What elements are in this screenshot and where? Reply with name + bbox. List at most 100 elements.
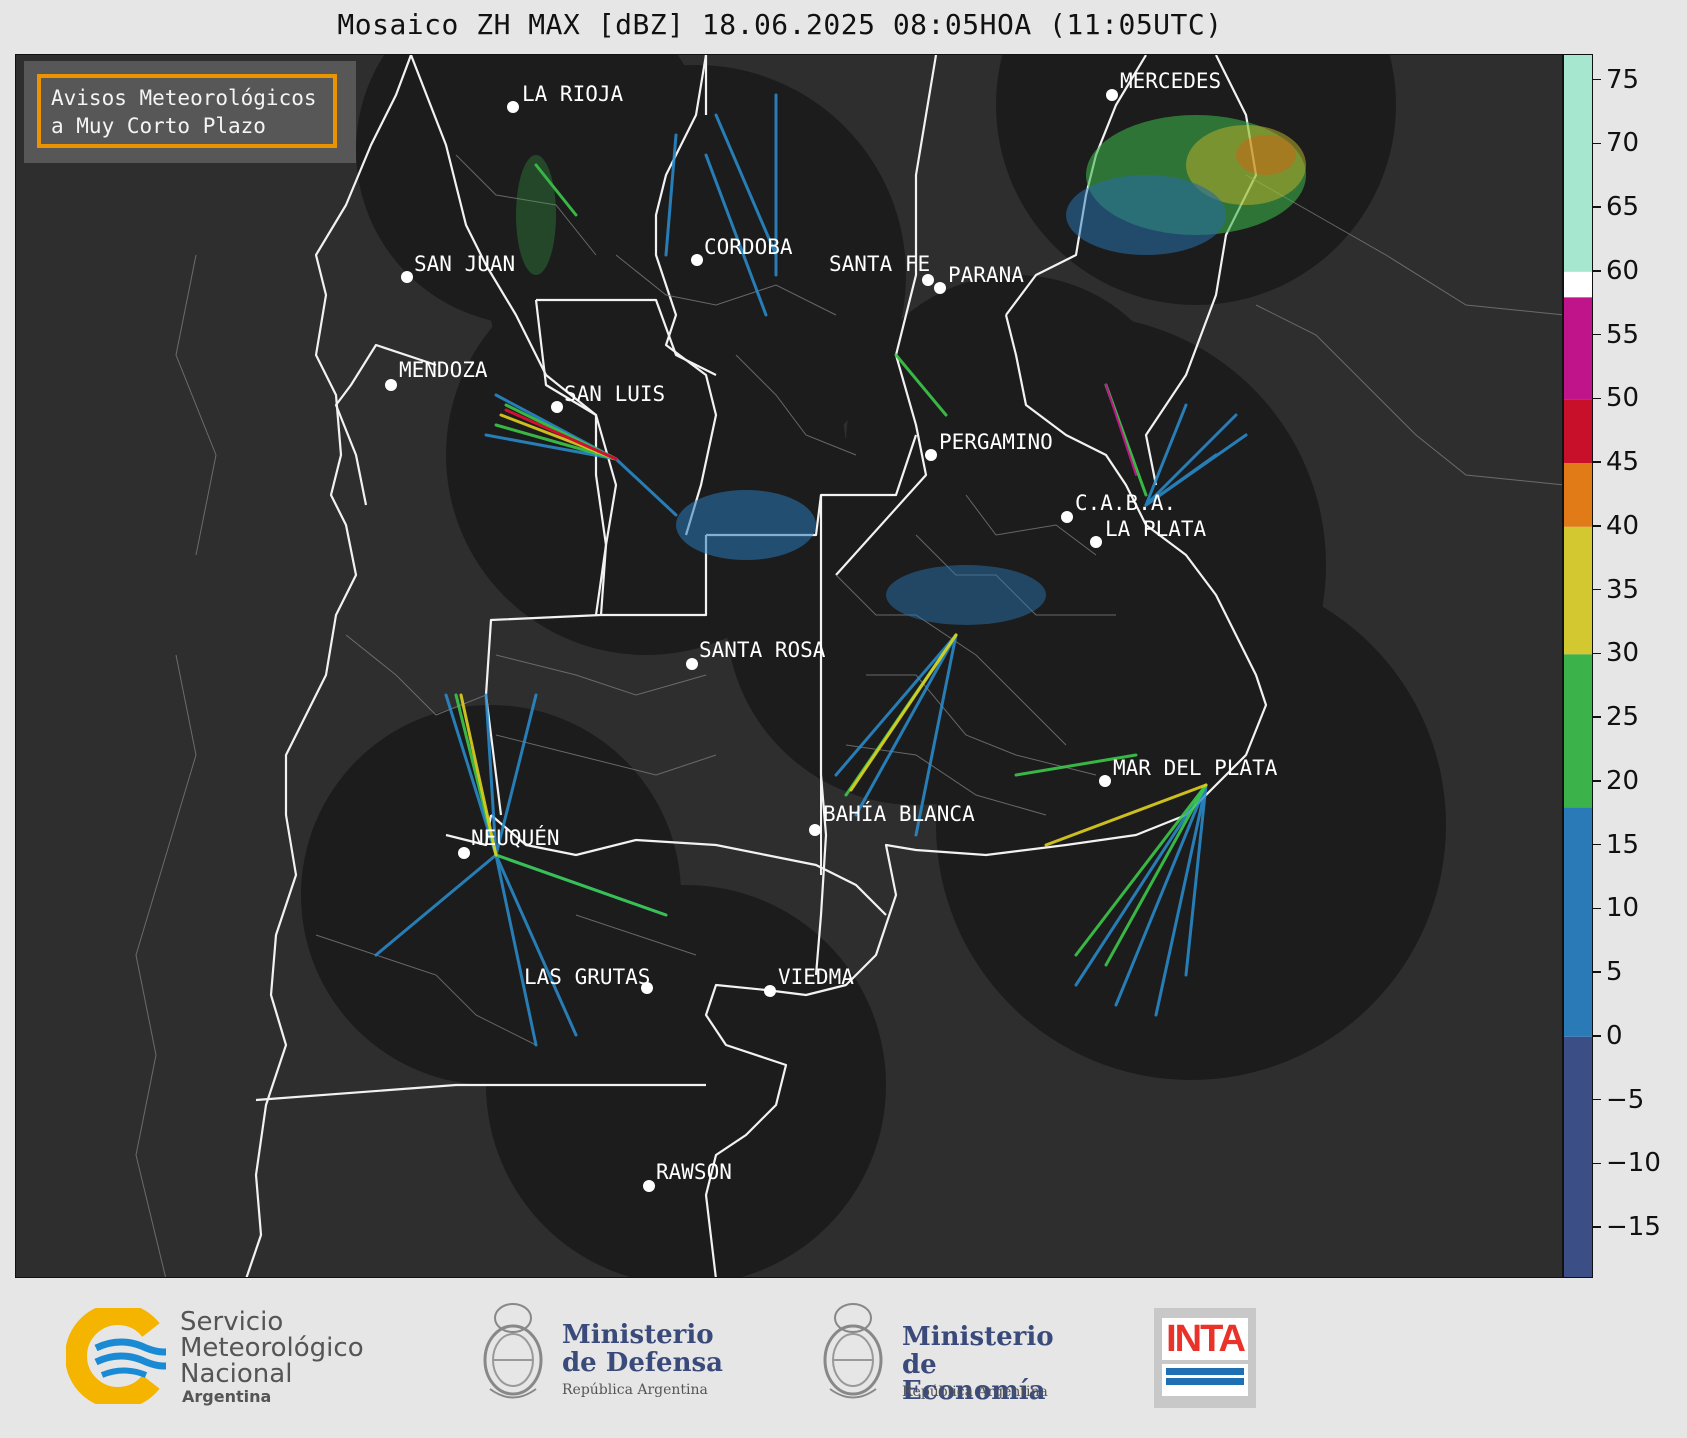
colorbar-tick — [1593, 78, 1601, 81]
city-marker-la-rioja — [507, 101, 519, 113]
inta-logo: INTA — [1154, 1308, 1256, 1408]
city-label-pergamino: PERGAMINO — [939, 430, 1053, 454]
map-title: Mosaico ZH MAX [dBZ] 18.06.2025 08:05HOA… — [337, 8, 1223, 41]
colorbar-tick-label: −15 — [1606, 1212, 1661, 1242]
colorbar-tick-label: 20 — [1606, 765, 1640, 796]
city-label-las-grutas: LAS GRUTAS — [524, 965, 651, 989]
smn-line-3: Nacional — [180, 1359, 293, 1389]
city-marker-viedma — [764, 985, 776, 997]
city-marker-caba — [1061, 511, 1073, 523]
colorbar-tick-label: 35 — [1606, 574, 1640, 605]
colorbar-tick — [1593, 780, 1601, 782]
city-marker-san-juan — [401, 271, 413, 283]
warning-line-1: Avisos Meteorológicos — [51, 86, 317, 110]
colorbar-segment — [1564, 526, 1592, 655]
city-marker-mendoza — [385, 379, 397, 391]
colorbar-tick-label: 5 — [1606, 957, 1623, 987]
colorbar-tick — [1593, 270, 1601, 272]
city-label-parana: PARANA — [948, 263, 1024, 287]
city-marker-parana — [934, 282, 946, 294]
city-marker-pergamino — [925, 449, 937, 461]
colorbar-tick-label: 60 — [1606, 255, 1640, 286]
colorbar-gradient — [1564, 55, 1592, 1277]
colorbar-tick-label: 50 — [1606, 383, 1640, 414]
colorbar-tick — [1593, 1162, 1601, 1164]
city-label-san-luis: SAN LUIS — [564, 382, 666, 406]
defensa-line-2: de Defensa — [562, 1348, 723, 1378]
colorbar-tick — [1593, 1226, 1601, 1228]
city-label-mar-del-plata: MAR DEL PLATA — [1113, 756, 1278, 780]
city-label-viedma: VIEDMA — [778, 965, 854, 989]
colorbar-tick-label: 0 — [1606, 1020, 1623, 1051]
colorbar-tick — [1593, 907, 1601, 909]
city-label-santa-fe: SANTA FE — [829, 252, 931, 276]
city-label-caba: C.A.B.A. — [1075, 491, 1177, 515]
city-marker-mar-del-plata — [1099, 775, 1111, 787]
city-label-mercedes: MERCEDES — [1120, 69, 1222, 93]
radar-coverage-viedma — [486, 885, 886, 1277]
defensa-line-3: República Argentina — [562, 1382, 708, 1398]
city-label-neuquen: NEUQUÉN — [471, 826, 560, 850]
colorbar-tick-label: 40 — [1606, 510, 1640, 541]
smn-line-1: Servicio — [180, 1307, 284, 1337]
colorbar-tick-label: −10 — [1606, 1148, 1661, 1179]
coat-of-arms-icon — [823, 1303, 883, 1399]
colorbar-tick — [1593, 461, 1601, 463]
city-label-mendoza: MENDOZA — [399, 358, 488, 382]
colorbar-tick-label: −5 — [1606, 1084, 1645, 1115]
colorbar-segment — [1564, 807, 1592, 1037]
economia-line-1: Ministerio — [902, 1322, 1054, 1352]
ministerio-economia-logo: Ministerio de Economía República Argenti… — [818, 1294, 1078, 1414]
smn-logo: Servicio Meteorológico Nacional Argentin… — [66, 1306, 386, 1406]
warning-box: Avisos Meteorológicos a Muy Corto Plazo — [24, 61, 356, 163]
colorbar-tick-label: 55 — [1606, 319, 1640, 350]
ministerio-defensa-logo: Ministerio de Defensa República Argentin… — [478, 1294, 738, 1414]
smn-line-4: Argentina — [182, 1387, 272, 1406]
colorbar-tick-label: 65 — [1606, 192, 1640, 222]
colorbar-tick — [1593, 1035, 1601, 1037]
colorbar-tick-label: 10 — [1606, 893, 1640, 924]
colorbar-segment — [1564, 55, 1592, 272]
city-marker-santa-rosa — [686, 658, 698, 670]
city-marker-bahia-blanca — [809, 824, 821, 836]
colorbar-tick — [1593, 652, 1601, 654]
colorbar-tick — [1593, 971, 1601, 973]
colorbar-tick — [1593, 142, 1601, 144]
colorbar-tick-label: 45 — [1606, 447, 1640, 477]
city-label-la-rioja: LA RIOJA — [522, 82, 624, 106]
colorbar-tick — [1593, 206, 1601, 208]
defensa-line-1: Ministerio — [562, 1320, 714, 1350]
city-marker-rawson — [643, 1180, 655, 1192]
radar-map[interactable]: LA RIOJA CORDOBA SAN JUAN SANTA FE PARAN… — [15, 54, 1563, 1278]
colorbar-segment — [1564, 399, 1592, 463]
city-marker-cordoba — [691, 254, 703, 266]
city-marker-san-luis — [551, 401, 563, 413]
city-marker-mercedes — [1106, 89, 1118, 101]
colorbar-segment — [1564, 463, 1592, 527]
inta-wordmark: INTA — [1162, 1318, 1248, 1360]
colorbar-tick — [1593, 843, 1601, 846]
colorbar-tick-label: 15 — [1606, 829, 1640, 860]
colorbar-tick-label: 70 — [1606, 128, 1640, 159]
colorbar-segment — [1564, 1036, 1592, 1277]
colorbar-tick — [1593, 397, 1601, 399]
city-label-santa-rosa: SANTA ROSA — [699, 638, 826, 662]
colorbar-segment — [1564, 654, 1592, 808]
warning-box-frame: Avisos Meteorológicos a Muy Corto Plazo — [37, 74, 337, 148]
colorbar-tick-label: 75 — [1606, 64, 1640, 95]
colorbar-tick — [1593, 588, 1601, 591]
colorbar-tick-label: 30 — [1606, 638, 1640, 669]
colorbar-segment — [1564, 297, 1592, 400]
city-label-la-plata: LA PLATA — [1105, 517, 1207, 541]
city-label-cordoba: CORDOBA — [704, 235, 793, 259]
coat-of-arms-icon — [483, 1303, 543, 1399]
inta-stripes — [1162, 1364, 1248, 1396]
colorbar-tick-label: 25 — [1606, 702, 1640, 732]
colorbar-segment — [1564, 271, 1592, 298]
dbz-colorbar — [1563, 54, 1593, 1278]
colorbar-tick — [1593, 1098, 1601, 1101]
colorbar-tick — [1593, 716, 1601, 718]
city-label-rawson: RAWSON — [656, 1160, 732, 1184]
warning-line-2: a Muy Corto Plazo — [51, 114, 266, 138]
economia-line-3: República Argentina — [902, 1384, 1048, 1400]
